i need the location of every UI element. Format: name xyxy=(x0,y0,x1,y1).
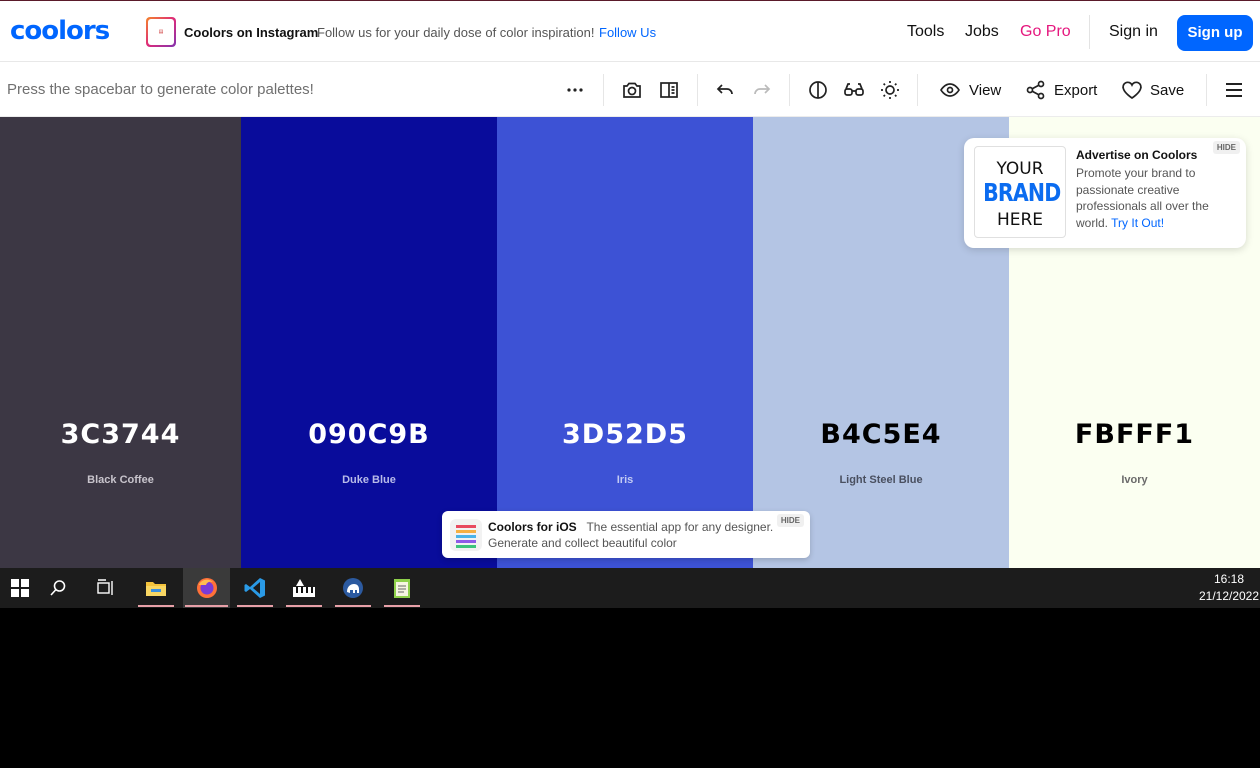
eye-icon[interactable] xyxy=(938,78,962,102)
ios-promo-card: Coolors for iOS The essential app for an… xyxy=(442,511,810,558)
instagram-thumbnail-inner: ▤ xyxy=(148,19,174,45)
ios-promo-text: Coolors for iOS The essential app for an… xyxy=(488,519,788,551)
brand-placeholder-image[interactable]: YOUR BRAND HERE xyxy=(974,146,1066,238)
coolors-logo[interactable]: coolors xyxy=(10,15,110,47)
ad-title: Advertise on Coolors xyxy=(1076,148,1198,162)
brightness-icon[interactable] xyxy=(878,78,902,102)
active-indicator xyxy=(237,605,273,607)
windows-taskbar: 16:18 21/12/2022 xyxy=(0,568,1260,608)
contrast-icon[interactable] xyxy=(806,78,830,102)
brand-image-line: YOUR xyxy=(996,159,1044,179)
nav-divider xyxy=(1089,15,1090,49)
export-button[interactable]: Export xyxy=(1054,82,1097,99)
ad-text: Promote your brand to passionate creativ… xyxy=(1076,165,1238,231)
try-it-out-link[interactable]: Try It Out! xyxy=(1111,216,1164,230)
system-clock[interactable]: 16:18 21/12/2022 xyxy=(1198,571,1260,605)
share-icon[interactable] xyxy=(1024,78,1048,102)
active-indicator xyxy=(185,605,228,607)
nav-tools[interactable]: Tools xyxy=(907,23,944,41)
active-indicator xyxy=(138,605,174,607)
top-navigation: coolors ▤ Coolors on Instagram Follow us… xyxy=(0,0,1260,62)
generate-hint: Press the spacebar to generate color pal… xyxy=(7,81,314,98)
glasses-icon[interactable] xyxy=(842,78,866,102)
color-name[interactable]: Ivory xyxy=(1009,474,1260,486)
nav-jobs[interactable]: Jobs xyxy=(965,23,999,41)
color-name[interactable]: Black Coffee xyxy=(0,474,241,486)
heart-icon[interactable] xyxy=(1120,78,1144,102)
toolbar-divider xyxy=(697,74,698,106)
more-options-icon[interactable] xyxy=(563,78,587,102)
instagram-thumbnail: ▤ xyxy=(146,17,176,47)
screen: coolors ▤ Coolors on Instagram Follow us… xyxy=(0,0,1260,768)
color-swatch-black-coffee[interactable]: 3C3744 Black Coffee xyxy=(0,117,241,568)
color-hex[interactable]: 090C9B xyxy=(241,419,497,450)
active-indicator xyxy=(335,605,371,607)
clock-time: 16:18 xyxy=(1213,572,1245,586)
hide-ad-button[interactable]: HIDE xyxy=(1212,141,1240,154)
color-swatch-iris[interactable]: 3D52D5 Iris xyxy=(497,117,753,568)
toolbar-divider xyxy=(789,74,790,106)
color-name[interactable]: Light Steel Blue xyxy=(753,474,1009,486)
toolbar-divider xyxy=(603,74,604,106)
task-view-icon[interactable] xyxy=(86,568,126,608)
advertise-card: YOUR BRAND HERE Advertise on Coolors Pro… xyxy=(964,138,1246,248)
brand-image-line: HERE xyxy=(996,210,1044,230)
ios-app-icon xyxy=(450,519,482,551)
instagram-title: Coolors on Instagram xyxy=(184,25,319,40)
sign-up-button[interactable]: Sign up xyxy=(1177,15,1253,51)
instagram-text: Follow us for your daily dose of color i… xyxy=(317,25,595,40)
toolbar-divider xyxy=(917,74,918,106)
clock-date: 21/12/2022 xyxy=(1198,589,1260,603)
active-indicator xyxy=(384,605,420,607)
brand-image-line: BRAND xyxy=(983,178,1061,207)
ios-promo-title: Coolors for iOS xyxy=(488,520,577,534)
menu-icon[interactable] xyxy=(1222,78,1246,102)
camera-icon[interactable] xyxy=(620,78,644,102)
elephant-app-icon[interactable] xyxy=(333,568,373,608)
view-button[interactable]: View xyxy=(969,82,1001,99)
color-hex[interactable]: B4C5E4 xyxy=(753,419,1009,450)
nav-go-pro[interactable]: Go Pro xyxy=(1020,23,1071,41)
sign-in-link[interactable]: Sign in xyxy=(1109,23,1158,41)
color-swatch-duke-blue[interactable]: 090C9B Duke Blue xyxy=(241,117,497,568)
undo-icon[interactable] xyxy=(713,78,737,102)
active-indicator xyxy=(286,605,322,607)
redo-icon[interactable] xyxy=(750,78,774,102)
piano-app-icon[interactable] xyxy=(284,568,324,608)
color-hex[interactable]: 3C3744 xyxy=(0,419,241,450)
toolbar: Press the spacebar to generate color pal… xyxy=(0,62,1260,117)
view-toggle-icon[interactable] xyxy=(657,78,681,102)
search-icon[interactable] xyxy=(38,568,78,608)
file-explorer-icon[interactable] xyxy=(136,568,176,608)
firefox-icon[interactable] xyxy=(183,568,230,608)
color-hex[interactable]: FBFFF1 xyxy=(1009,419,1260,450)
vscode-icon[interactable] xyxy=(235,568,275,608)
toolbar-divider xyxy=(1206,74,1207,106)
color-name[interactable]: Duke Blue xyxy=(241,474,497,486)
windows-start-icon[interactable] xyxy=(0,568,40,608)
follow-us-link[interactable]: Follow Us xyxy=(599,25,656,40)
color-name[interactable]: Iris xyxy=(497,474,753,486)
color-hex[interactable]: 3D52D5 xyxy=(497,419,753,450)
notepad-app-icon[interactable] xyxy=(382,568,422,608)
save-button[interactable]: Save xyxy=(1150,82,1184,99)
hide-ios-button[interactable]: HIDE xyxy=(776,514,804,527)
